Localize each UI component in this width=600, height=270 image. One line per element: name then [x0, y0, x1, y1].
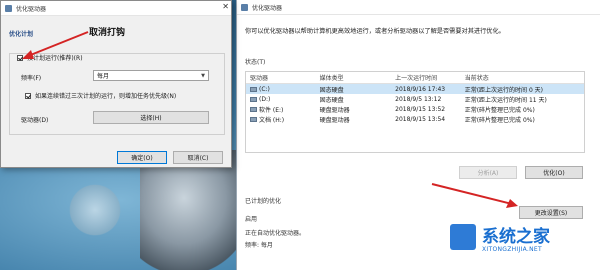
- optimize-button[interactable]: 优化(O): [525, 166, 583, 179]
- analyze-button[interactable]: 分析(A): [459, 166, 517, 179]
- wallpaper-robot: [140, 150, 250, 270]
- col-media[interactable]: 媒体类型: [320, 73, 396, 82]
- col-last-run[interactable]: 上一次运行时间: [395, 73, 465, 82]
- status-label: 状态(T): [245, 59, 266, 66]
- enabled-label: 启用: [245, 216, 258, 223]
- defrag-icon: [5, 4, 12, 12]
- ok-button[interactable]: 确定(O): [117, 151, 167, 164]
- drive-icon: [250, 86, 257, 92]
- choose-drives-button[interactable]: 选择(H): [93, 111, 209, 124]
- watermark-url: XITONGZHIJIA.NET: [482, 246, 542, 253]
- table-row[interactable]: 文档 (H:) 硬盘驱动器 2018/9/15 13:54 正常(碎片整理已完成…: [246, 114, 584, 124]
- dialog-titlebar: 优化驱动器: [1, 1, 231, 16]
- wallpaper-orb: [60, 175, 130, 245]
- cancel-button[interactable]: 取消(C): [173, 151, 223, 164]
- drive-icon: [250, 116, 257, 122]
- annotation-arrow-settings: [431, 183, 518, 208]
- drives-label: 驱动器(D): [21, 117, 49, 124]
- increase-priority-option[interactable]: 如果连续错过三次计划的运行，则增加任务优先级(N): [25, 91, 176, 100]
- drive-icon: [250, 96, 257, 102]
- schedule-dialog: 优化驱动器 ✕ 优化计划 取消打钩 按计划运行(推荐)(R) 频率(F) 每月 …: [0, 0, 232, 168]
- col-status[interactable]: 当前状态: [465, 73, 584, 82]
- watermark-name: 系统之家: [482, 227, 550, 247]
- table-row[interactable]: (D:) 固态硬盘 2018/9/5 13:12 正常(距上次运行的时间 11 …: [246, 94, 584, 104]
- site-watermark: 系统之家 XITONGZHIJIA.NET: [450, 218, 596, 268]
- frequency-select[interactable]: 每月 ▼: [93, 70, 209, 81]
- chevron-down-icon: ▼: [201, 73, 205, 79]
- window-title: 优化驱动器: [252, 4, 283, 12]
- table-row[interactable]: (C:) 固态硬盘 2018/9/16 17:43 正常(距上次运行的时间 0 …: [246, 84, 584, 94]
- col-drive[interactable]: 驱动器: [246, 73, 320, 82]
- frequency-label: 频率(F): [21, 75, 42, 82]
- house-logo-icon: [450, 224, 476, 250]
- window-titlebar: 优化驱动器: [237, 0, 600, 15]
- table-header: 驱动器 媒体类型 上一次运行时间 当前状态: [246, 72, 584, 84]
- drive-icon: [250, 106, 257, 112]
- close-icon[interactable]: ✕: [222, 2, 229, 11]
- auto-optimizing-text: 正在自动优化驱动器。: [245, 230, 306, 237]
- defrag-icon: [241, 3, 248, 11]
- increase-priority-checkbox[interactable]: [25, 92, 31, 99]
- annotation-arrow-checkbox: [22, 31, 89, 59]
- frequency-text: 频率: 每月: [245, 242, 273, 249]
- intro-text: 你可以优化驱动器以帮助计算机更高效地运行，或者分析驱动器以了解是否需要对其进行优…: [245, 28, 505, 35]
- scheduled-label: 已计划的优化: [245, 198, 282, 205]
- dialog-title: 优化驱动器: [16, 5, 47, 13]
- drives-table: 驱动器 媒体类型 上一次运行时间 当前状态 (C:) 固态硬盘 2018/9/1…: [245, 71, 585, 153]
- table-row[interactable]: 软件 (E:) 硬盘驱动器 2018/9/15 13:52 正常(碎片整理已完成…: [246, 104, 584, 114]
